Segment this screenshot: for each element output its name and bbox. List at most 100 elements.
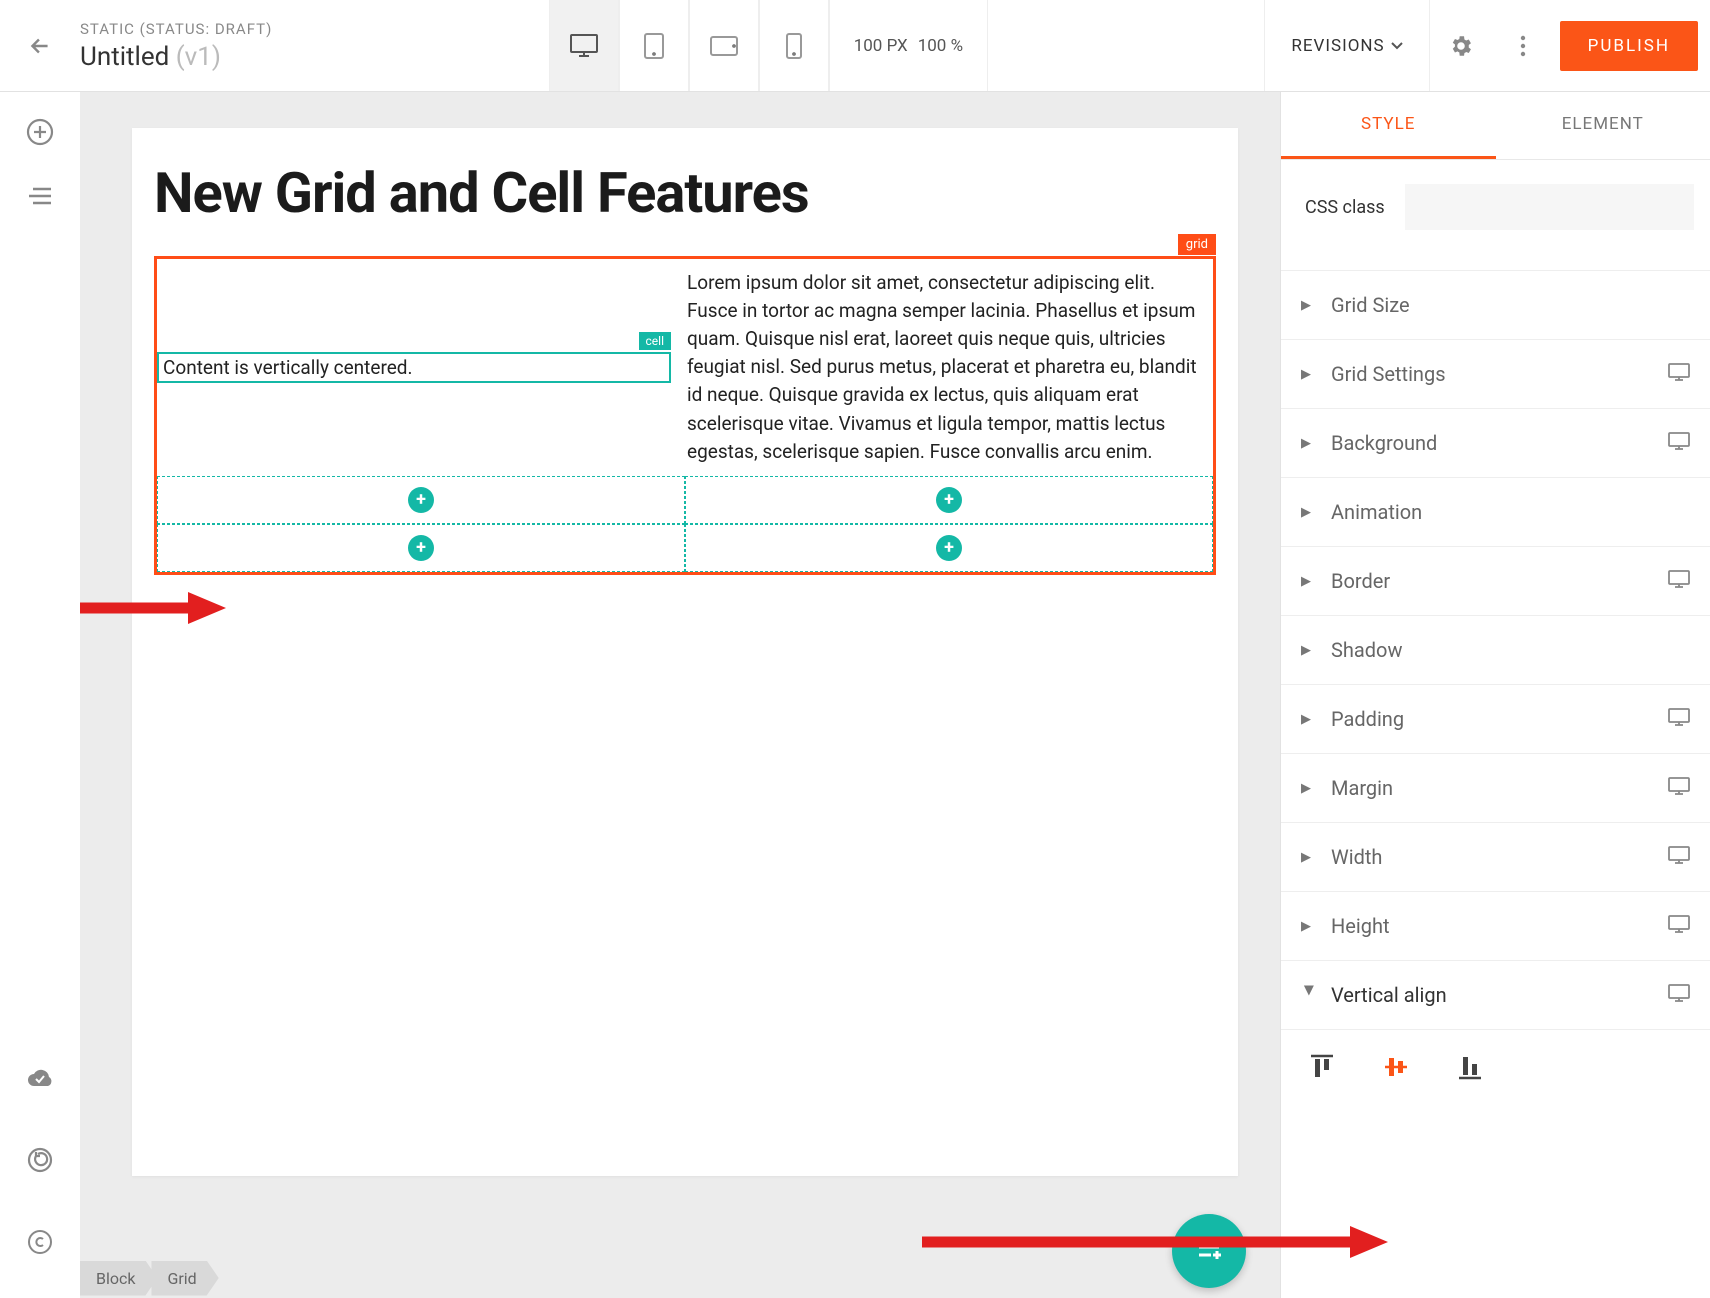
history-button[interactable]: [20, 1140, 60, 1180]
more-vertical-icon: [1520, 35, 1526, 57]
doc-version: (v1): [176, 42, 221, 72]
grid-element[interactable]: grid cell Content is vertically centered…: [154, 256, 1216, 575]
panel-tabs: STYLE ELEMENT: [1281, 92, 1710, 160]
cloud-check-icon: [26, 1068, 54, 1088]
acc-width[interactable]: ▶ Width: [1281, 823, 1710, 892]
acc-label: Height: [1331, 914, 1668, 938]
chevron-icon: ▶: [1301, 781, 1317, 796]
empty-cell[interactable]: +: [157, 476, 685, 524]
chevron-icon: ▶: [1301, 298, 1317, 313]
acc-grid-size[interactable]: ▶ Grid Size: [1281, 271, 1710, 340]
device-icon: [1668, 846, 1690, 868]
revisions-label: REVISIONS: [1291, 36, 1384, 56]
right-panel: STYLE ELEMENT CSS class ▶ Grid Size ▶Grid …: [1280, 92, 1710, 1298]
chevron-icon: ▶: [1301, 850, 1317, 865]
chevron-icon: ▶: [1301, 367, 1317, 382]
valign-bottom[interactable]: [1457, 1054, 1483, 1080]
device-phone[interactable]: [759, 0, 829, 91]
page-title-line: Untitled (v1): [80, 42, 272, 72]
acc-label: Vertical align: [1331, 983, 1668, 1007]
zoom-block[interactable]: 100 PX 100 %: [829, 0, 988, 91]
valign-options: [1281, 1030, 1710, 1104]
device-icon: [1668, 984, 1690, 1006]
plus-circle-icon: [25, 117, 55, 147]
crumb-grid[interactable]: Grid: [151, 1261, 218, 1296]
acc-vertical-align[interactable]: ▶ Vertical align: [1281, 961, 1710, 1030]
tab-element[interactable]: ELEMENT: [1496, 92, 1710, 159]
device-desktop[interactable]: [549, 0, 619, 91]
canvas[interactable]: New Grid and Cell Features grid cell Con…: [80, 92, 1280, 1298]
css-class-row: CSS class: [1281, 160, 1710, 271]
gear-icon: [1448, 33, 1474, 59]
acc-label: Border: [1331, 569, 1668, 593]
acc-shadow[interactable]: ▶ Shadow: [1281, 616, 1710, 685]
acc-label: Background: [1331, 431, 1668, 455]
acc-label: Margin: [1331, 776, 1668, 800]
crumb-block[interactable]: Block: [80, 1261, 157, 1296]
refresh-icon: [27, 1147, 53, 1173]
chevron-icon: ▶: [1301, 574, 1317, 589]
device-group: [549, 0, 829, 91]
acc-background[interactable]: ▶ Background: [1281, 409, 1710, 478]
chevron-icon: ▶: [1301, 505, 1317, 520]
empty-cell[interactable]: +: [685, 524, 1213, 572]
arrow-left-icon: [27, 33, 53, 59]
acc-label: Grid Size: [1331, 293, 1690, 317]
acc-grid-settings[interactable]: ▶Grid Settings: [1281, 340, 1710, 409]
empty-cell[interactable]: +: [157, 524, 685, 572]
tree-button[interactable]: [20, 176, 60, 216]
copyright-icon: [27, 1229, 53, 1255]
valign-middle[interactable]: [1383, 1054, 1409, 1080]
lorem-cell[interactable]: Lorem ipsum dolor sit amet, consectetur …: [671, 259, 1213, 476]
chevron-icon: ▶: [1302, 985, 1317, 1001]
device-icon: [1668, 570, 1690, 592]
device-tablet-portrait[interactable]: [619, 0, 689, 91]
chevron-down-icon: [1391, 42, 1403, 50]
acc-animation[interactable]: ▶ Animation: [1281, 478, 1710, 547]
add-content-icon[interactable]: +: [408, 487, 434, 513]
add-content-icon[interactable]: +: [936, 535, 962, 561]
publish-button[interactable]: PUBLISH: [1560, 21, 1698, 71]
chevron-icon: ▶: [1301, 919, 1317, 934]
device-tablet-landscape[interactable]: [689, 0, 759, 91]
add-content-icon[interactable]: +: [408, 535, 434, 561]
add-content-icon[interactable]: +: [936, 487, 962, 513]
chevron-icon: ▶: [1301, 436, 1317, 451]
acc-label: Animation: [1331, 500, 1690, 524]
copyright-button[interactable]: [20, 1222, 60, 1262]
main-row: New Grid and Cell Features grid cell Con…: [0, 92, 1710, 1298]
revisions-dropdown[interactable]: REVISIONS: [1264, 0, 1429, 91]
status-line: STATIC (STATUS: DRAFT): [80, 20, 272, 38]
zoom-px: 100 PX: [854, 36, 908, 56]
fab-add-icon: [1195, 1237, 1223, 1265]
add-element-button[interactable]: [20, 112, 60, 152]
breadcrumb: Block Grid: [80, 1258, 213, 1298]
acc-label: Width: [1331, 845, 1668, 869]
chevron-icon: ▶: [1301, 643, 1317, 658]
device-icon: [1668, 777, 1690, 799]
device-icon: [1668, 432, 1690, 454]
more-button[interactable]: [1492, 0, 1554, 91]
acc-padding[interactable]: ▶Padding: [1281, 685, 1710, 754]
valign-top[interactable]: [1309, 1054, 1335, 1080]
page-surface[interactable]: New Grid and Cell Features grid cell Con…: [132, 128, 1238, 1176]
topbar: STATIC (STATUS: DRAFT) Untitled (v1) 100…: [0, 0, 1710, 92]
cloud-status[interactable]: [20, 1058, 60, 1098]
acc-margin[interactable]: ▶ Margin: [1281, 754, 1710, 823]
left-rail: [0, 92, 80, 1298]
css-class-label: CSS class: [1305, 197, 1385, 218]
acc-label: Shadow: [1331, 638, 1690, 662]
selected-cell[interactable]: cell Content is vertically centered.: [157, 352, 671, 383]
css-class-input[interactable]: [1405, 184, 1694, 230]
zoom-pct: 100 %: [918, 36, 963, 56]
cell-tag: cell: [639, 332, 671, 350]
acc-height[interactable]: ▶ Height: [1281, 892, 1710, 961]
phone-icon: [785, 32, 803, 60]
fab-add[interactable]: [1172, 1214, 1246, 1288]
page-heading: New Grid and Cell Features: [154, 160, 1216, 226]
tab-style[interactable]: STYLE: [1281, 92, 1496, 159]
settings-button[interactable]: [1430, 0, 1492, 91]
back-button[interactable]: [0, 0, 80, 91]
acc-border[interactable]: ▶ Border: [1281, 547, 1710, 616]
empty-cell[interactable]: +: [685, 476, 1213, 524]
